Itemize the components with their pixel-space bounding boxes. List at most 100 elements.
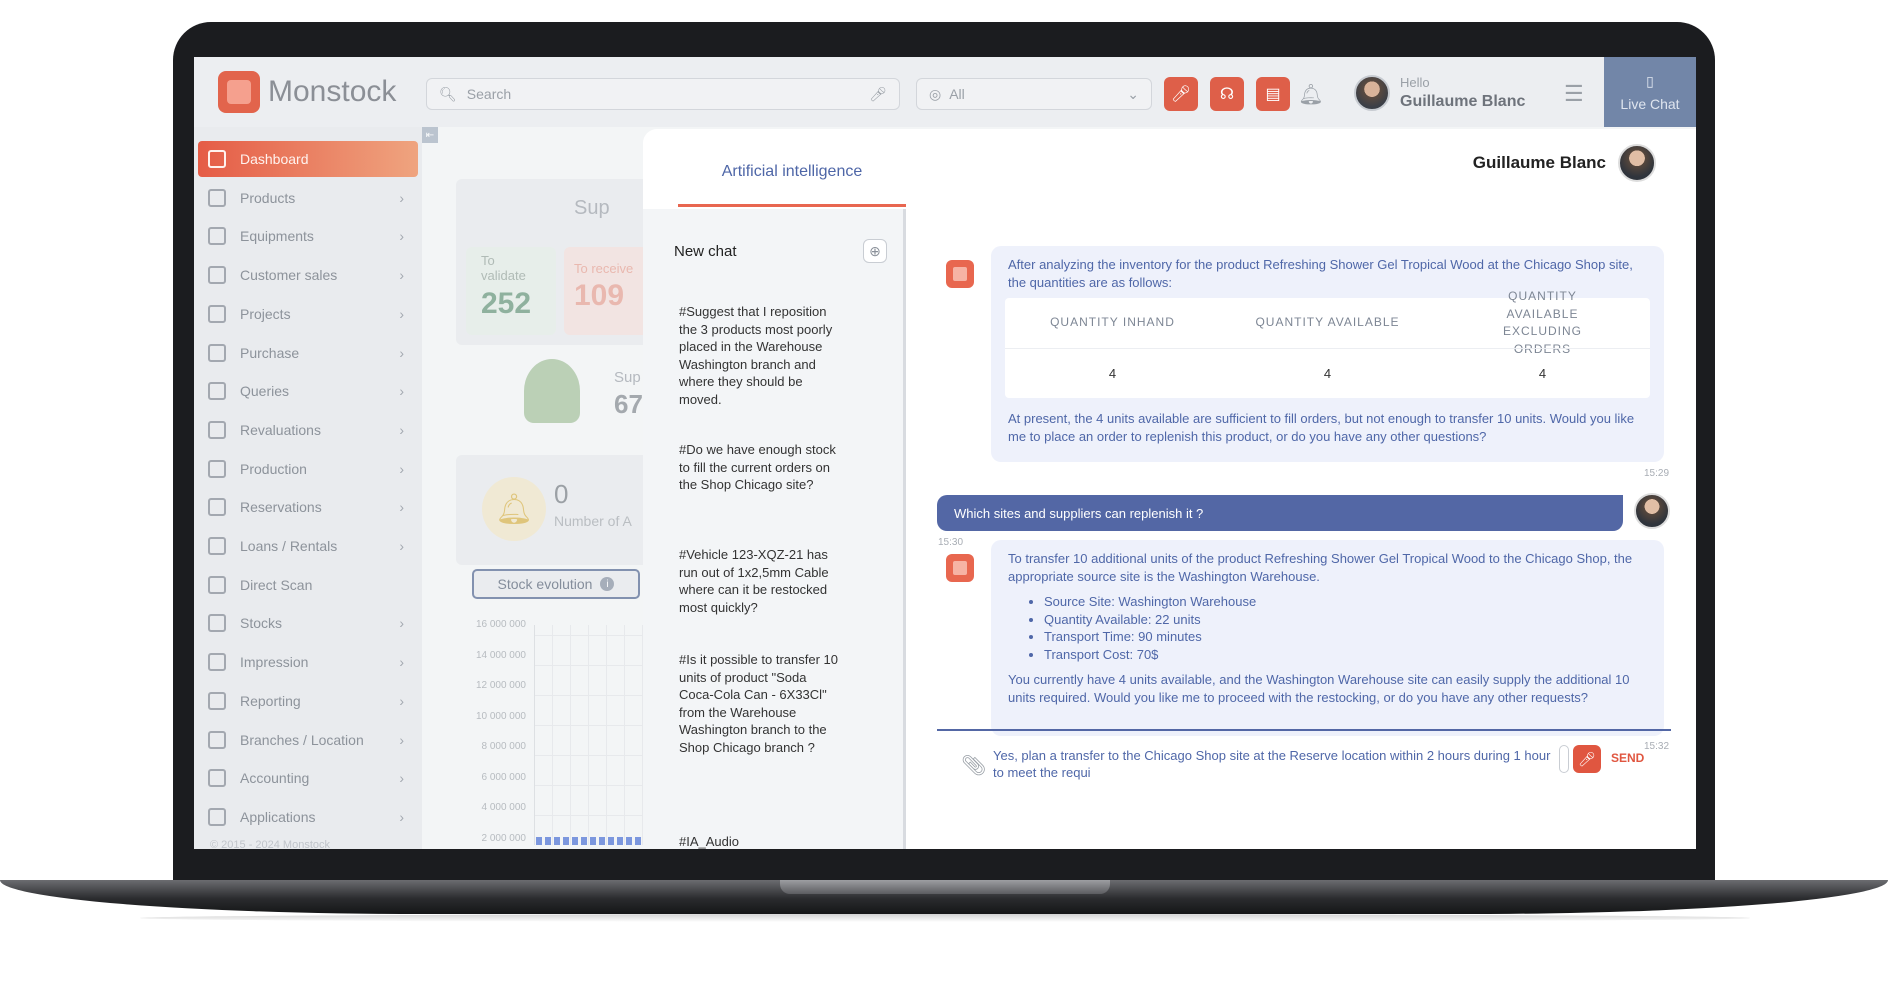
user-message: Which sites and suppliers can replenish … [937, 495, 1623, 531]
sidebar-item-revaluations[interactable]: Revaluations › [198, 412, 418, 448]
sidebar-item-accounting[interactable]: Accounting › [198, 760, 418, 796]
sidebar-item-stocks[interactable]: Stocks › [198, 605, 418, 641]
chat-history-item[interactable]: #IA_Audio [679, 833, 839, 849]
live-chat-label: Live Chat [1620, 95, 1680, 112]
sidebar-item-label: Queries [240, 383, 290, 400]
send-button[interactable]: SEND [1611, 751, 1644, 765]
headset-icon: ☊ [1219, 86, 1235, 103]
sidebar-item-dashboard[interactable]: Dashboard [198, 141, 418, 177]
chevron-right-icon: › [399, 189, 404, 206]
menu-item-icon [208, 343, 226, 362]
sidebar-item-direct-scan[interactable]: Direct Scan [198, 567, 418, 603]
menu-item-icon [208, 575, 226, 594]
message-input[interactable]: Yes, plan a transfer to the Chicago Shop… [993, 747, 1553, 781]
sidebar-item-label: Stocks [240, 615, 283, 632]
message-text: Which sites and suppliers can replenish … [954, 505, 1204, 521]
menu-item-icon [208, 188, 226, 207]
assistant-logo-icon [946, 554, 974, 582]
chevron-right-icon: › [399, 770, 404, 787]
new-chat-button[interactable]: ⊕ [863, 239, 887, 263]
sidebar-item-projects[interactable]: Projects › [198, 296, 418, 332]
chevron-right-icon: › [399, 654, 404, 671]
menu-item-icon [208, 614, 226, 633]
assistant-logo-icon [946, 260, 974, 288]
microphone-icon[interactable]: 🎤︎ [869, 86, 887, 103]
chat-history-item[interactable]: #Is it possible to transfer 10 units of … [679, 651, 839, 756]
menu-item-icon [208, 653, 226, 672]
logo[interactable]: Monstock [218, 67, 396, 117]
sidebar-item-label: Accounting [240, 770, 310, 787]
new-chat-label: New chat [674, 243, 737, 260]
history-scrollbar[interactable] [903, 209, 906, 849]
live-chat-button[interactable]: ▯ Live Chat [1604, 57, 1696, 127]
sidebar-item-label: Reservations [240, 499, 322, 516]
sidebar-item-purchase[interactable]: Purchase › [198, 335, 418, 371]
menu-item-icon [208, 769, 226, 788]
sidebar-item-customer-sales[interactable]: Customer sales › [198, 257, 418, 293]
chat-history-item[interactable]: #Suggest that I reposition the 3 product… [679, 303, 839, 408]
sidebar-item-products[interactable]: Products › [198, 180, 418, 216]
search-icon: 🔍︎ [439, 85, 457, 102]
sidebar-item-impression[interactable]: Impression › [198, 644, 418, 680]
menu-item-icon [208, 382, 226, 401]
menu-item-icon [208, 730, 226, 749]
sidebar-item-label: Direct Scan [240, 576, 313, 593]
bullet-item: Quantity Available: 22 units [1044, 611, 1647, 629]
chevron-right-icon: › [399, 267, 404, 284]
menu-item-icon [208, 807, 226, 826]
sidebar-item-label: Purchase [240, 344, 300, 361]
chevron-right-icon: › [399, 383, 404, 400]
sidebar-item-loans-rentals[interactable]: Loans / Rentals › [198, 528, 418, 564]
headset-button[interactable]: ☊ [1210, 77, 1244, 111]
chat-history-item[interactable]: #Vehicle 123-XQZ-21 has run out of 1x2,5… [679, 546, 839, 616]
menu-item-icon [208, 227, 226, 246]
sidebar-item-queries[interactable]: Queries › [198, 373, 418, 409]
input-scrollbar[interactable] [1559, 745, 1569, 773]
table-cell: 4 [1435, 348, 1650, 398]
plus-circle-icon: ⊕ [869, 242, 881, 259]
chat-history-item[interactable]: #Do we have enough stock to fill the cur… [679, 441, 839, 494]
scan-button[interactable]: ▤ [1256, 77, 1290, 111]
avatar[interactable] [1354, 75, 1390, 111]
avatar [1618, 144, 1656, 182]
microphone-button[interactable]: 🎤︎ [1573, 745, 1601, 773]
laptop-hinge [780, 880, 1110, 894]
sidebar-item-reporting[interactable]: Reporting › [198, 683, 418, 719]
chat-history-panel: New chat ⊕ #Suggest that I reposition th… [643, 209, 906, 849]
sidebar-item-label: Branches / Location [240, 731, 364, 748]
sidebar-item-equipments[interactable]: Equipments › [198, 218, 418, 254]
message-text: You currently have 4 units available, an… [1008, 672, 1630, 705]
sidebar-item-label: Loans / Rentals [240, 538, 338, 554]
sidebar-item-production[interactable]: Production › [198, 451, 418, 487]
tab-artificial-intelligence[interactable]: Artificial intelligence [678, 151, 906, 207]
chevron-right-icon: › [399, 692, 404, 709]
paperclip-icon[interactable]: 📎︎ [961, 753, 986, 778]
sidebar-item-applications[interactable]: Applications › [198, 799, 418, 835]
site-filter-value: All [949, 86, 965, 102]
tab-label: Artificial intelligence [721, 163, 863, 180]
table-header: QUANTITY INHAND [1050, 315, 1175, 330]
sidebar-item-label: Production [240, 460, 307, 477]
chevron-right-icon: › [399, 615, 404, 632]
voice-button[interactable]: 🎤︎ [1164, 77, 1198, 111]
sidebar-item-branches-location[interactable]: Branches / Location › [198, 722, 418, 758]
sidebar-item-label: Products [240, 189, 296, 206]
message-text: At present, the 4 units available are su… [1008, 411, 1635, 444]
table-header: QUANTITY AVAILABLE EXCLUDING ORDERS [1502, 289, 1582, 356]
bullet-item: Source Site: Washington Warehouse [1044, 593, 1647, 611]
screen: Monstock 🔍︎ Search 🎤︎ ◎ All ⌄ 🎤︎ ☊ ▤ 🔔︎ … [194, 57, 1696, 849]
site-filter-select[interactable]: ◎ All ⌄ [916, 78, 1152, 110]
sidebar-item-reservations[interactable]: Reservations › [198, 489, 418, 525]
bullet-item: Transport Cost: 70$ [1044, 646, 1647, 664]
chevron-right-icon: › [399, 344, 404, 361]
search-input[interactable]: 🔍︎ Search 🎤︎ [426, 78, 900, 110]
logo-icon [218, 71, 260, 113]
barcode-scan-icon: ▤ [1265, 86, 1281, 103]
hamburger-menu-icon[interactable]: ☰ [1564, 81, 1588, 107]
table-cell: 4 [1005, 348, 1220, 398]
chevron-right-icon: › [399, 421, 404, 438]
notifications-bell-icon[interactable]: 🔔︎ [1296, 79, 1326, 109]
sidebar-item-label: Impression [240, 654, 309, 671]
logo-text: Monstock [268, 75, 397, 108]
table-header: QUANTITY AVAILABLE [1255, 315, 1400, 330]
